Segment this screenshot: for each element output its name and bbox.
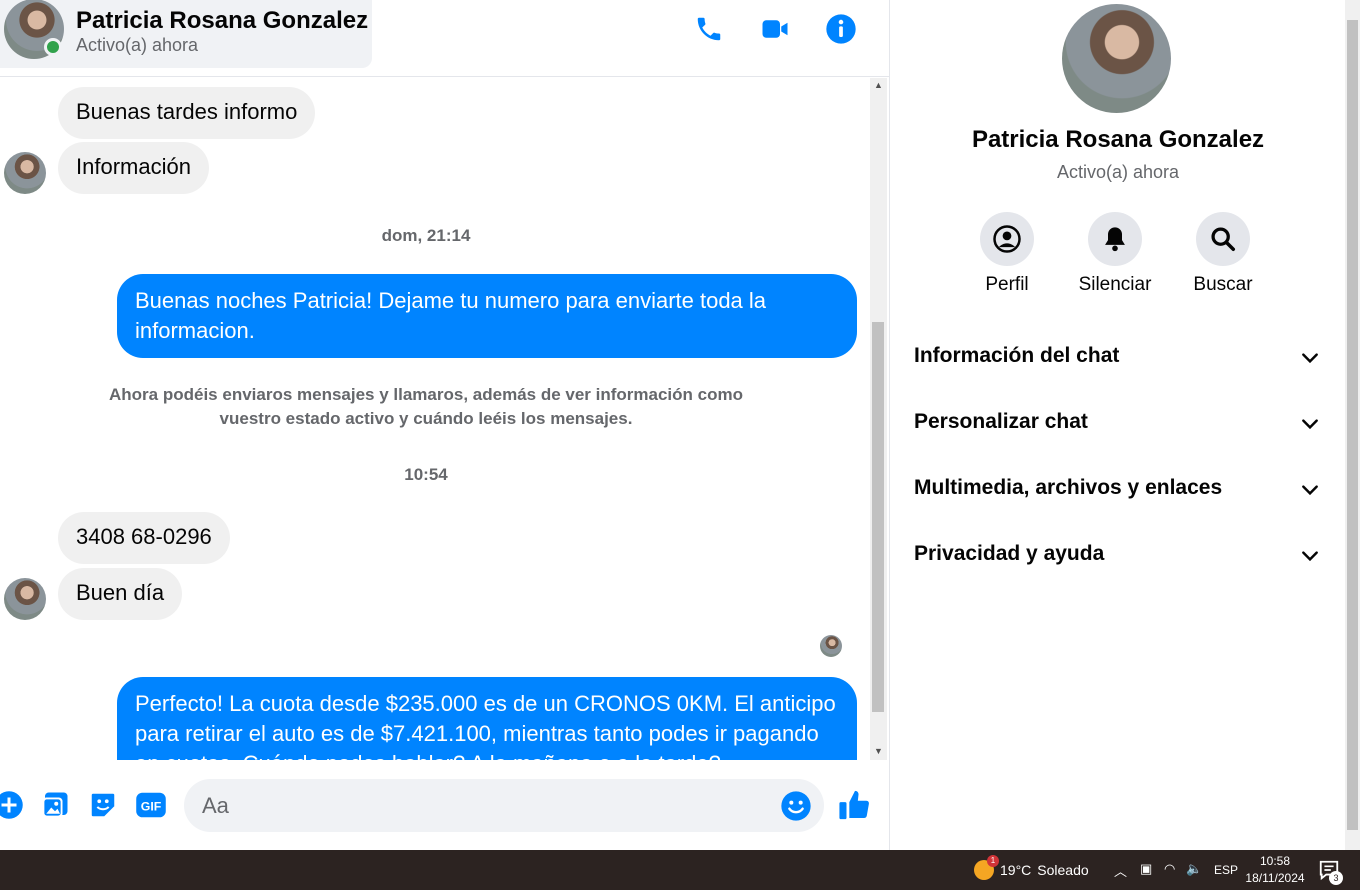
clock-time: 10:58 (1259, 854, 1291, 868)
conversation-details-panel: Patricia Rosana Gonzalez Activo(a) ahora… (889, 0, 1345, 850)
profile-icon (993, 225, 1021, 253)
message-outgoing[interactable]: Buenas noches Patricia! Dejame tu numero… (117, 274, 857, 358)
phone-icon (697, 17, 721, 41)
chat-header: Patricia Rosana Gonzalez Activo(a) ahora (0, 0, 889, 77)
message-input[interactable]: Aa (184, 779, 824, 832)
volume-icon[interactable]: 🔈 (1186, 861, 1202, 877)
chevron-down-icon (1302, 419, 1318, 430)
page-scroll-thumb[interactable] (1347, 20, 1358, 830)
gif-button[interactable]: GIF (134, 788, 168, 822)
mute-button[interactable]: Silenciar (1065, 212, 1165, 296)
section-privacy-help[interactable]: Privacidad y ayuda (914, 536, 1324, 576)
search-button[interactable]: Buscar (1173, 212, 1273, 296)
system-notice: Ahora podéis enviaros mensajes y llamaro… (109, 385, 743, 428)
read-receipt-avatar (820, 635, 842, 657)
section-label: Información del chat (914, 344, 1120, 367)
weather-widget[interactable]: 1 19°C Soleado (974, 855, 1089, 880)
chevron-down-icon (1302, 353, 1318, 364)
sticker-icon (91, 793, 115, 817)
section-media-files-links[interactable]: Multimedia, archivos y enlaces (914, 470, 1324, 510)
audio-call-button[interactable] (689, 10, 729, 48)
clock-date: 18/11/2024 (1245, 871, 1305, 885)
chevron-down-icon (1302, 485, 1318, 496)
message-timestamp: dom, 21:14 (381, 226, 471, 245)
section-customize-chat[interactable]: Personalizar chat (914, 404, 1324, 444)
notification-center-button[interactable]: 3 (1318, 859, 1343, 885)
bell-icon (1105, 227, 1125, 252)
message-incoming[interactable]: 3408 68-0296 (58, 512, 230, 564)
plus-circle-icon (0, 791, 23, 819)
weather-badge: 1 (987, 855, 999, 867)
wifi-icon[interactable]: ◠ (1164, 861, 1175, 877)
contact-status: Activo(a) ahora (76, 35, 199, 55)
chevron-down-icon (1302, 551, 1318, 562)
online-status-dot (44, 38, 62, 56)
messenger-app: Patricia Rosana Gonzalez Activo(a) ahora… (0, 0, 1360, 850)
attach-photo-button[interactable] (38, 788, 72, 822)
message-timestamp: 10:54 (404, 465, 448, 484)
meet-now-icon[interactable]: ▣ (1140, 861, 1152, 877)
sender-avatar[interactable] (4, 152, 46, 194)
smiley-icon (781, 791, 811, 821)
section-label: Personalizar chat (914, 410, 1088, 433)
sun-icon: 1 (974, 855, 999, 880)
section-label: Multimedia, archivos y enlaces (914, 476, 1223, 499)
message-input-placeholder: Aa (202, 793, 229, 818)
video-camera-icon (762, 20, 788, 38)
show-hidden-icons-icon[interactable]: ︿ (1114, 861, 1127, 880)
composer: GIF Aa (0, 760, 889, 850)
weather-temperature: 19°C (1000, 862, 1032, 878)
weather-condition: Soleado (1037, 862, 1089, 878)
scroll-down-arrow-icon[interactable]: ▼ (870, 744, 887, 758)
profile-button[interactable]: Perfil (957, 212, 1057, 296)
search-icon (1211, 227, 1236, 252)
thumbs-up-icon (839, 790, 869, 820)
system-clock[interactable]: 10:58 18/11/2024 (1240, 853, 1310, 887)
message-incoming[interactable]: Información (58, 142, 209, 194)
section-chat-info[interactable]: Información del chat (914, 338, 1324, 378)
sticker-button[interactable] (86, 788, 120, 822)
emoji-button[interactable] (780, 790, 812, 822)
profile-status: Activo(a) ahora (1056, 162, 1180, 182)
message-list[interactable]: Buenas tardes informo Información dom, 2… (0, 78, 870, 760)
profile-avatar[interactable] (1062, 4, 1171, 113)
contact-name[interactable]: Patricia Rosana Gonzalez (76, 7, 368, 35)
profile-button-label: Perfil (985, 274, 1029, 295)
message-incoming[interactable]: Buenas tardes informo (58, 87, 316, 139)
video-call-button[interactable] (755, 10, 795, 48)
notification-count-badge: 3 (1329, 871, 1343, 885)
scroll-up-arrow-icon[interactable]: ▲ (870, 78, 887, 92)
more-actions-button[interactable] (0, 788, 26, 822)
message-outgoing[interactable]: Perfecto! La cuota desde $235.000 es de … (117, 677, 857, 760)
page-scrollbar[interactable] (1345, 0, 1360, 850)
like-button[interactable] (838, 788, 872, 822)
header-contact[interactable]: Patricia Rosana Gonzalez Activo(a) ahora (0, 0, 372, 68)
section-label: Privacidad y ayuda (914, 542, 1105, 565)
gif-icon: GIF (136, 792, 166, 818)
conversation-info-button[interactable] (821, 10, 861, 48)
info-icon (826, 14, 856, 44)
message-incoming[interactable]: Buen día (58, 568, 183, 620)
scroll-thumb[interactable] (872, 322, 884, 712)
messages-scrollbar[interactable]: ▲ ▼ (870, 78, 887, 760)
windows-taskbar: 1 19°C Soleado ︿ ▣ ◠ 🔈 ESP 10:58 18/11/2… (0, 850, 1360, 890)
image-icon (42, 792, 68, 818)
language-indicator[interactable]: ESP (1214, 863, 1238, 877)
sender-avatar[interactable] (4, 578, 46, 620)
svg-text:GIF: GIF (141, 800, 162, 814)
profile-name: Patricia Rosana Gonzalez (971, 126, 1265, 153)
mute-button-label: Silenciar (1078, 274, 1152, 295)
search-button-label: Buscar (1193, 274, 1253, 295)
